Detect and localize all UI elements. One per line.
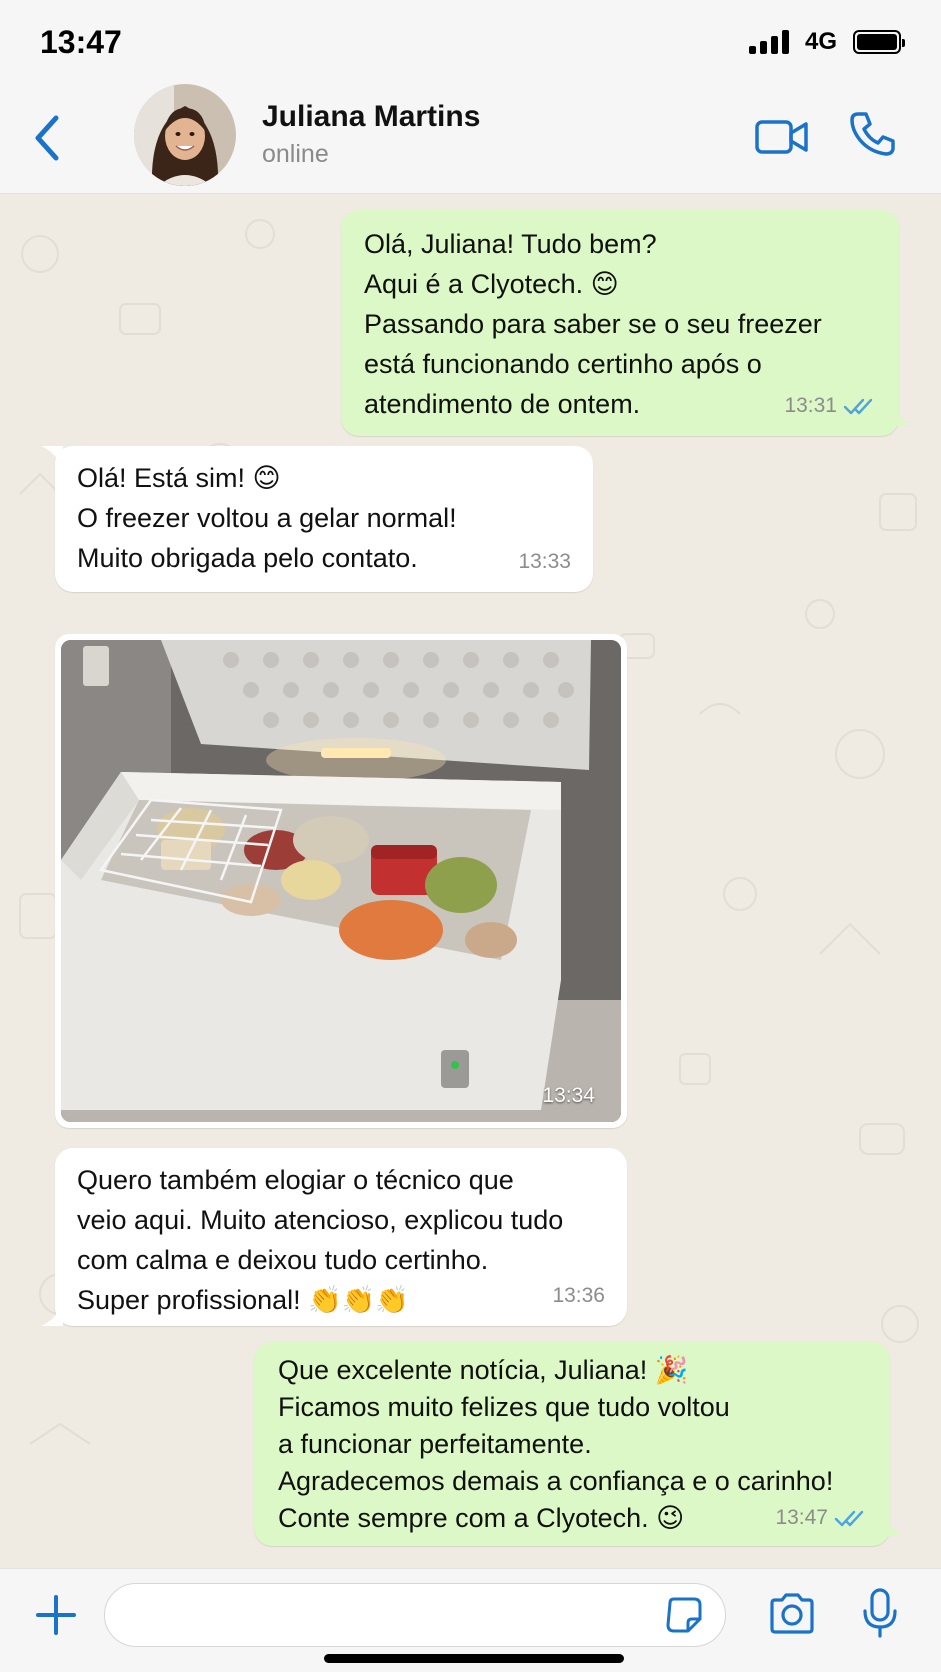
bubble-tail xyxy=(891,404,913,426)
message-meta: 13:33 xyxy=(518,542,571,582)
chat-area[interactable]: Olá, Juliana! Tudo bem? Aqui é a Clyotec… xyxy=(0,194,941,1568)
message-text-line: Super profissional! 👏👏👏 xyxy=(77,1285,409,1315)
phone-icon xyxy=(850,112,895,156)
message-meta: 13:47 xyxy=(775,1499,868,1536)
message-text-line: Agradecemos demais a confiança e o carin… xyxy=(278,1466,834,1496)
message-bubble-incoming[interactable]: Olá! Está sim! 😊 O freezer voltou a gela… xyxy=(41,446,593,592)
avatar[interactable] xyxy=(134,84,236,186)
message-text-line: veio aqui. Muito atencioso, explicou tud… xyxy=(77,1205,564,1235)
message-time: 13:34 xyxy=(542,1084,595,1107)
message-text-line: Aqui é a Clyotech. 😊 xyxy=(364,269,619,299)
read-receipt-icon xyxy=(834,1510,864,1526)
bubble-tail xyxy=(882,1514,904,1536)
bubble-tail xyxy=(41,446,63,468)
chevron-left-icon xyxy=(35,115,59,161)
status-time: 13:47 xyxy=(40,24,122,60)
video-call-button[interactable] xyxy=(754,112,810,162)
back-button[interactable] xyxy=(28,110,68,166)
read-receipt-icon xyxy=(843,398,873,415)
microphone-icon xyxy=(863,1588,897,1638)
message-meta: 13:31 xyxy=(784,386,877,426)
contact-status: online xyxy=(262,140,329,168)
sticker-button[interactable] xyxy=(664,1595,704,1635)
message-time: 13:36 xyxy=(552,1284,605,1307)
message-bubble-outgoing[interactable]: Que excelente notícia, Juliana! 🎉 Ficamo… xyxy=(254,1342,904,1546)
message-text-line: Quero também elogiar o técnico que xyxy=(77,1165,514,1195)
message-text-line: Olá! Está sim! 😊 xyxy=(77,463,281,493)
message-text-line: Passando para saber se o seu freezer xyxy=(364,309,822,339)
camera-button[interactable] xyxy=(768,1591,816,1635)
photo-message[interactable]: 13:34 xyxy=(55,634,627,1128)
voice-call-button[interactable] xyxy=(848,108,898,158)
message-text-line: com calma e deixou tudo certinho. xyxy=(77,1245,489,1275)
message-text-line: O freezer voltou a gelar normal! xyxy=(77,503,457,533)
plus-icon xyxy=(36,1595,76,1635)
message-text-line: Que excelente notícia, Juliana! 🎉 xyxy=(278,1355,689,1385)
message-time: 13:31 xyxy=(784,394,837,417)
message-text-line: Ficamos muito felizes que tudo voltou xyxy=(278,1392,730,1422)
message-text-line: Olá, Juliana! Tudo bem? xyxy=(364,229,657,259)
home-indicator[interactable] xyxy=(324,1654,624,1663)
message-text-line: Muito obrigada pelo contato. xyxy=(77,543,418,573)
chat-header: Juliana Martins online xyxy=(0,84,941,194)
message-text-line: a funcionar perfeitamente. xyxy=(278,1429,592,1459)
message-input[interactable] xyxy=(104,1583,726,1647)
message-bubble-outgoing[interactable]: Olá, Juliana! Tudo bem? Aqui é a Clyotec… xyxy=(341,210,913,436)
freezer-photo[interactable]: 13:34 xyxy=(61,640,621,1122)
video-camera-icon xyxy=(755,120,808,154)
contact-name[interactable]: Juliana Martins xyxy=(262,100,480,134)
microphone-button[interactable] xyxy=(862,1587,898,1639)
battery-icon xyxy=(853,30,905,54)
freezer-image xyxy=(61,640,621,1122)
camera-icon xyxy=(770,1593,814,1634)
message-time: 13:47 xyxy=(775,1506,828,1529)
bubble-tail xyxy=(41,1304,63,1326)
status-indicators: 4G xyxy=(748,28,905,56)
message-meta: 13:36 xyxy=(552,1276,605,1316)
message-text-line: está funcionando certinho após o xyxy=(364,349,762,379)
attach-button[interactable] xyxy=(32,1591,80,1639)
message-bubble-incoming[interactable]: Quero também elogiar o técnico que veio … xyxy=(41,1148,627,1326)
sticker-icon xyxy=(666,1597,702,1633)
status-bar: 13:47 4G xyxy=(0,0,941,84)
message-time: 13:33 xyxy=(518,550,571,573)
signal-icon xyxy=(748,30,789,54)
network-type: 4G xyxy=(804,28,837,55)
contact-photo xyxy=(134,84,236,186)
